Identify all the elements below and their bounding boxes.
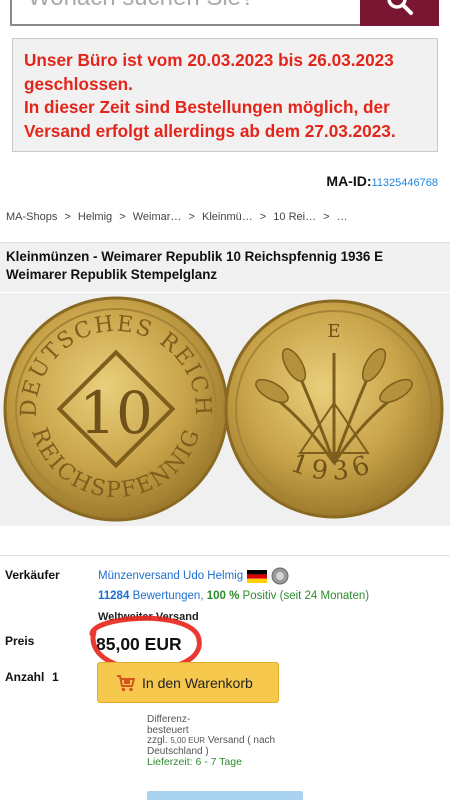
seller-name[interactable]: Münzenversand Udo Helmig <box>98 570 243 582</box>
price-value: 85,00 EUR <box>96 634 182 654</box>
seller-badge-icon <box>271 567 289 585</box>
breadcrumb-item-current: … <box>336 211 348 223</box>
positive-text: Positiv (seit 24 Monaten) <box>242 590 370 602</box>
price-label: Preis <box>5 634 35 648</box>
notice-line: In dieser Zeit sind Bestellungen möglich… <box>24 97 390 117</box>
tax-shipping-note: Differenz- besteuert zzgl. 5,00 EUR Vers… <box>147 714 307 768</box>
breadcrumb: MA-Shops > Helmig > Weimar… > Kleinmü… >… <box>6 211 352 223</box>
shipping-cost-line: zzgl. 5,00 EUR Versand ( nach <box>147 735 307 747</box>
search-input[interactable]: Wonach suchen Sie? <box>10 0 360 26</box>
breadcrumb-separator: > <box>64 211 71 223</box>
breadcrumb-item-helmig[interactable]: Helmig <box>78 211 112 223</box>
breadcrumb-item-kleinmuenzen[interactable]: Kleinmü… <box>202 211 253 223</box>
cart-icon <box>117 674 135 691</box>
breadcrumb-separator: > <box>119 211 126 223</box>
ma-id-label: MA-ID: <box>326 173 372 189</box>
shipping-amount: 5,00 EUR <box>170 736 206 745</box>
ratings-count: 11284 <box>98 590 130 602</box>
breadcrumb-item-10-reichspfennig[interactable]: 10 Rei… <box>273 211 316 223</box>
coin-obverse-value: 10 <box>79 379 153 447</box>
search-button[interactable] <box>360 0 439 26</box>
secondary-action-button[interactable] <box>147 791 303 800</box>
coin-mint-mark: E <box>327 321 340 342</box>
notice-line: Unser Büro ist vom 20.03.2023 bis 26.03.… <box>24 50 394 70</box>
coin-reverse: E 1936 <box>224 299 444 519</box>
seller-label: Verkäufer <box>5 568 60 582</box>
breadcrumb-item-ma-shops[interactable]: MA-Shops <box>6 211 57 223</box>
shipping-link[interactable]: Versand ( nach <box>208 735 275 746</box>
breadcrumb-separator: > <box>323 211 330 223</box>
search-icon <box>386 0 413 15</box>
seller-rating[interactable]: 11284 Bewertungen, 100 % Positiv (seit 2… <box>98 590 369 602</box>
search-bar: Wonach suchen Sie? <box>0 0 450 26</box>
quantity-value[interactable]: 1 <box>52 670 59 684</box>
tax-note-line: Differenz- <box>147 714 191 725</box>
breadcrumb-separator: > <box>259 211 267 223</box>
office-closed-notice: Unser Büro ist vom 20.03.2023 bis 26.03.… <box>12 38 438 152</box>
ma-id-value[interactable]: 11325446768 <box>372 177 438 189</box>
german-flag-icon <box>247 569 268 583</box>
worldwide-shipping: Weltweiter Versand <box>98 611 199 623</box>
ratings-text: Bewertungen, <box>132 590 204 602</box>
delivery-time: Lieferzeit: 6 - 7 Tage <box>147 756 242 768</box>
seller-link[interactable]: Münzenversand Udo Helmig <box>98 567 289 585</box>
product-title-line: Weimarer Republik Stempelglanz <box>6 267 218 282</box>
quantity-label: Anzahl <box>5 670 45 684</box>
divider <box>0 555 450 556</box>
product-title-line: Kleinmünzen - Weimarer Republik 10 Reich… <box>6 249 384 264</box>
notice-line: Versand erfolgt allerdings ab dem 27.03.… <box>24 120 396 141</box>
product-image[interactable]: DEUTSCHES REICH REICHSPFENNIG 10 E 1936 <box>0 293 450 526</box>
shipping-prefix: zzgl. <box>147 735 168 746</box>
add-to-cart-button[interactable]: In den Warenkorb <box>97 662 279 703</box>
breadcrumb-item-weimar[interactable]: Weimar… <box>133 211 182 223</box>
coin-obverse: DEUTSCHES REICH REICHSPFENNIG 10 <box>3 296 229 522</box>
positive-percent: 100 % <box>206 590 240 602</box>
ma-id: MA-ID:11325446768 <box>326 173 438 189</box>
add-to-cart-label: In den Warenkorb <box>142 674 253 691</box>
breadcrumb-separator: > <box>188 211 195 223</box>
notice-line: geschlossen. <box>24 73 133 94</box>
product-title: Kleinmünzen - Weimarer Republik 10 Reich… <box>0 242 450 292</box>
